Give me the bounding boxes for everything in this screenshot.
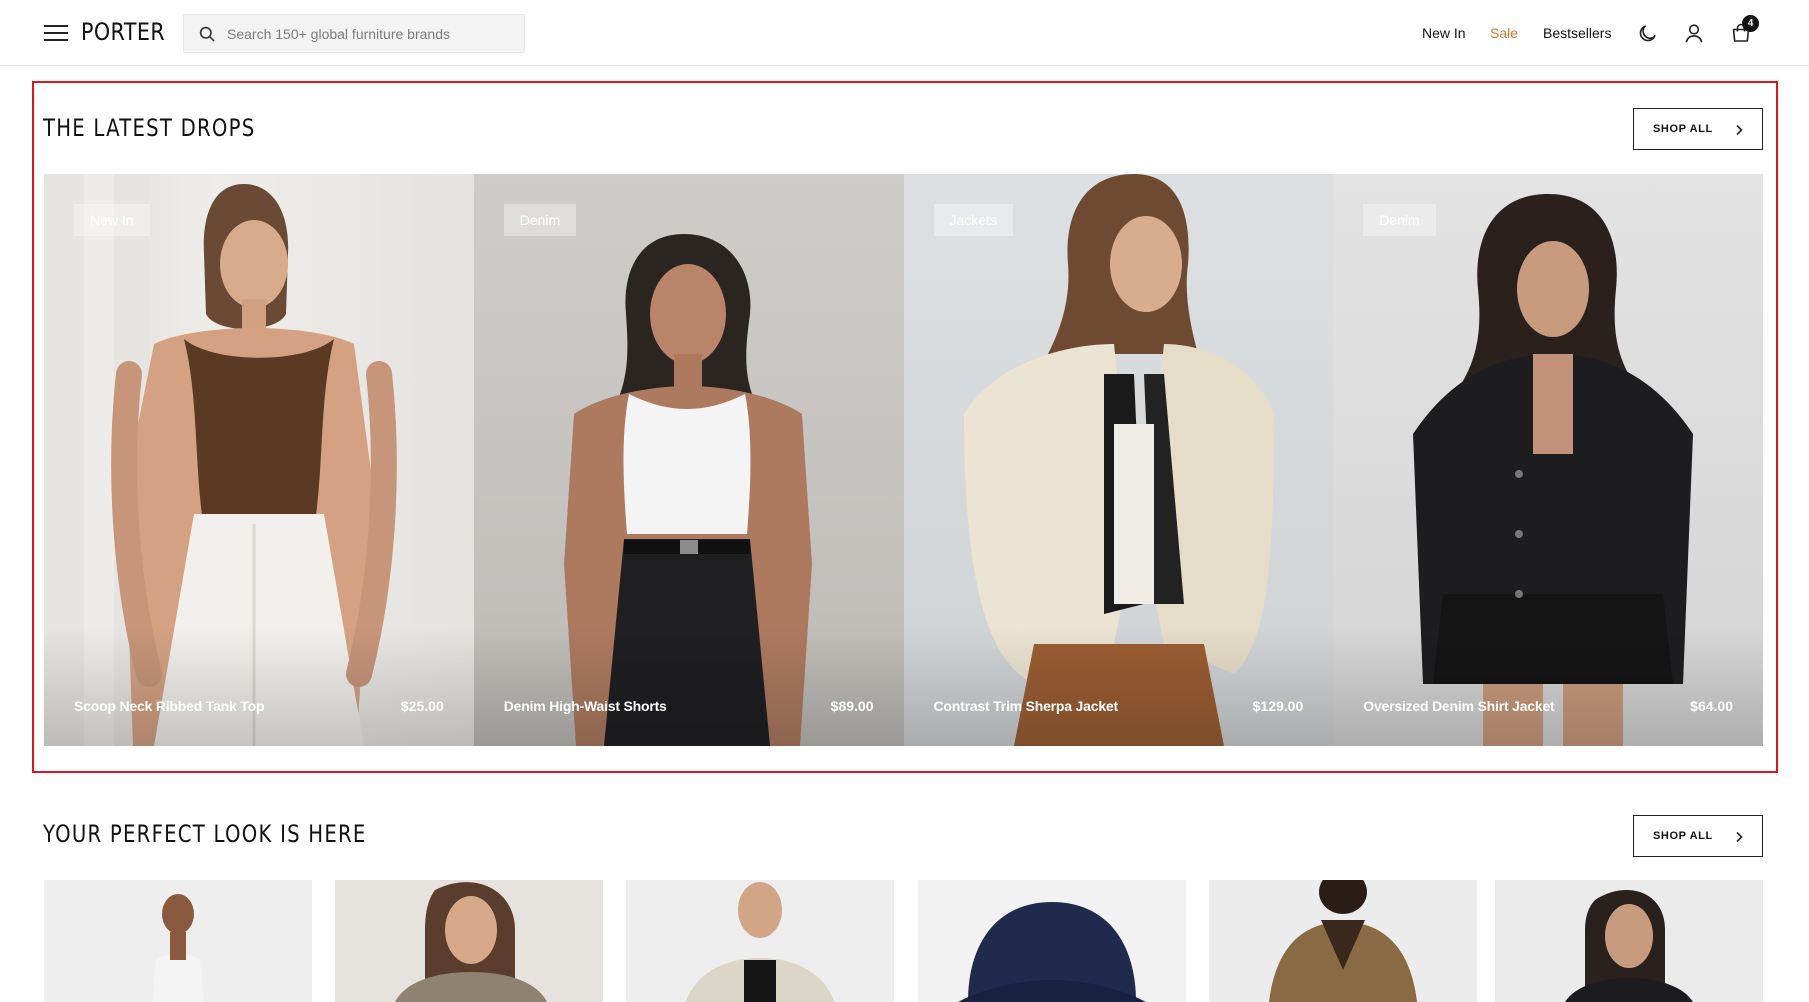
latest-drops-grid: New In Scoop Neck Ribbed Tank Top $25.00… xyxy=(44,174,1763,746)
product-name[interactable]: Denim High-Waist Shorts xyxy=(504,698,667,714)
user-icon[interactable] xyxy=(1683,22,1705,44)
look-card[interactable] xyxy=(1495,880,1763,1002)
product-price: $129.00 xyxy=(1252,698,1304,714)
latest-drops-shop-all-button[interactable]: SHOP ALL xyxy=(1633,108,1763,150)
product-price: $89.00 xyxy=(830,698,874,714)
cart-count-badge: 4 xyxy=(1742,15,1759,32)
search-input[interactable] xyxy=(227,15,517,52)
menu-icon[interactable] xyxy=(44,24,68,42)
product-name[interactable]: Contrast Trim Sherpa Jacket xyxy=(934,698,1119,714)
look-image xyxy=(958,902,1146,1002)
nav-new-in[interactable]: New In xyxy=(1422,25,1466,41)
perfect-look-title: YOUR PERFECT LOOK IS HERE xyxy=(43,820,367,848)
search-bar[interactable] xyxy=(183,14,525,53)
logo[interactable]: PORTER xyxy=(81,18,165,46)
look-image xyxy=(1269,880,1417,1002)
look-card[interactable] xyxy=(626,880,894,1002)
chevron-right-icon xyxy=(1736,124,1743,136)
chevron-right-icon xyxy=(1736,831,1743,843)
perfect-look-shop-all-button[interactable]: SHOP ALL xyxy=(1633,815,1763,857)
product-tag: Denim xyxy=(1363,204,1436,236)
latest-drops-title: THE LATEST DROPS xyxy=(43,114,256,142)
product-tag: New In xyxy=(74,204,150,236)
look-image xyxy=(686,882,834,1002)
shop-all-label: SHOP ALL xyxy=(1653,830,1713,842)
look-card[interactable] xyxy=(335,880,603,1002)
site-header: PORTER New In Sale Bestsellers 4 xyxy=(0,0,1809,66)
nav-bestsellers[interactable]: Bestsellers xyxy=(1543,25,1611,41)
look-image xyxy=(152,894,204,1002)
look-image xyxy=(1565,890,1693,1002)
shop-all-label: SHOP ALL xyxy=(1653,123,1713,135)
product-price: $64.00 xyxy=(1690,698,1733,714)
product-card[interactable]: New In Scoop Neck Ribbed Tank Top $25.00 xyxy=(44,174,474,746)
product-card[interactable]: Jackets Contrast Trim Sherpa Jacket $129… xyxy=(903,174,1334,746)
product-card[interactable]: Denim Oversized Denim Shirt Jacket $64.0… xyxy=(1333,174,1763,746)
product-tag: Jackets xyxy=(933,204,1013,236)
look-card[interactable] xyxy=(918,880,1186,1002)
moon-icon[interactable] xyxy=(1637,22,1659,44)
look-image xyxy=(395,882,547,1002)
search-icon xyxy=(199,26,215,42)
product-card[interactable]: Denim Denim High-Waist Shorts $89.00 xyxy=(473,174,904,746)
nav-sale[interactable]: Sale xyxy=(1490,25,1518,41)
product-name[interactable]: Oversized Denim Shirt Jacket xyxy=(1363,698,1554,714)
perfect-look-grid xyxy=(44,880,1763,1002)
look-card[interactable] xyxy=(44,880,312,1002)
product-tag: Denim xyxy=(503,204,577,236)
product-name[interactable]: Scoop Neck Ribbed Tank Top xyxy=(74,698,265,714)
product-price: $25.00 xyxy=(400,698,444,714)
look-card[interactable] xyxy=(1209,880,1477,1002)
